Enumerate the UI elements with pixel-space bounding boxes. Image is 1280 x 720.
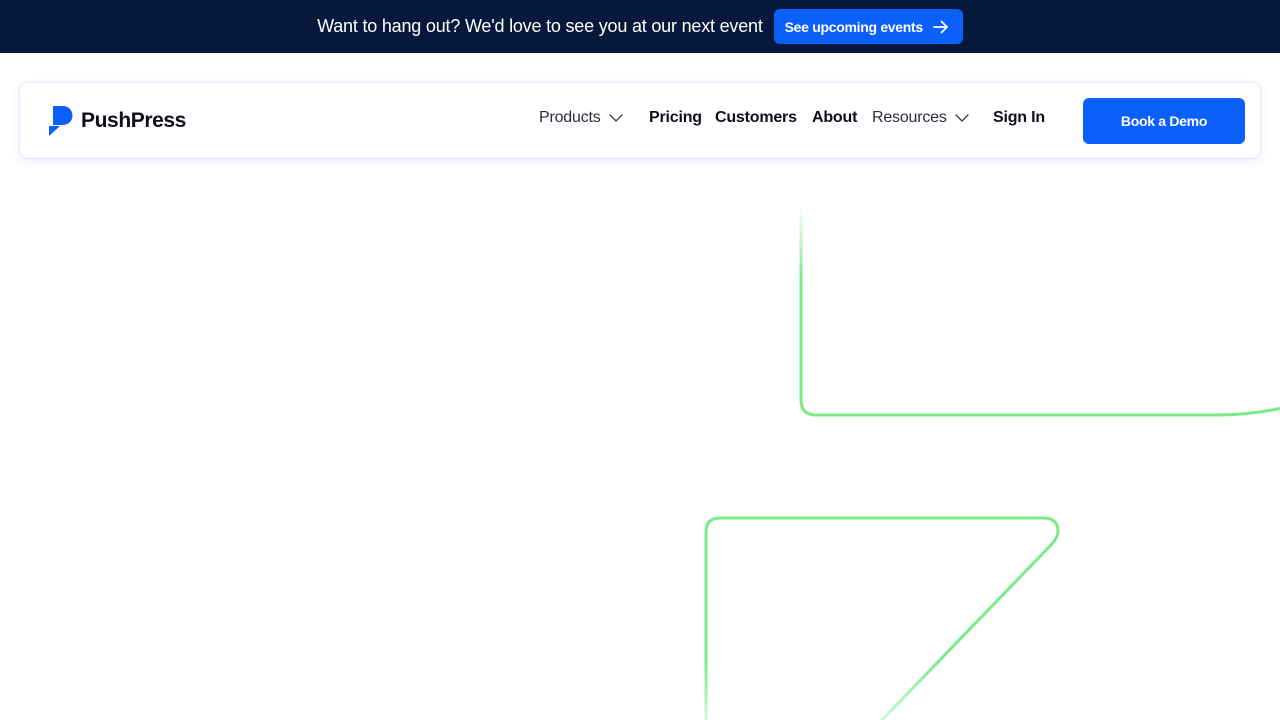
nav-item-label: About [812,109,858,126]
brand-name: PushPress [81,108,186,132]
decor-outline-upper [799,203,1280,417]
chevron-down-icon [608,114,623,122]
pushpress-p-logo-icon [49,105,74,136]
nav-item-about[interactable]: About [812,109,857,127]
nav-item-label: Pricing [649,109,702,126]
see-upcoming-events-button[interactable]: See upcoming events [773,9,963,44]
nav-item-sign-in[interactable]: Sign In [993,109,1045,127]
nav-item-customers[interactable]: Customers [715,109,797,127]
nav-item-products[interactable]: Products [539,109,623,127]
nav-item-pricing[interactable]: Pricing [649,109,702,127]
book-a-demo-button[interactable]: Book a Demo [1083,98,1245,144]
decor-outline-lower [704,516,1060,720]
see-upcoming-events-label: See upcoming events [784,18,924,35]
nav-item-label: Customers [715,109,797,126]
nav-item-label: Products [539,109,601,126]
nav-item-resources[interactable]: Resources [872,109,969,127]
main-navbar: PushPress Products Pricing Customers Abo… [20,83,1260,158]
arrow-right-icon [932,20,949,34]
nav-item-label: Sign In [993,109,1045,126]
chevron-down-icon [955,114,969,122]
announcement-text: Want to hang out? We'd love to see you a… [317,16,763,36]
nav-item-label: Resources [872,109,947,126]
brand-logo-link[interactable]: PushPress [49,105,186,136]
announcement-bar: Want to hang out? We'd love to see you a… [0,0,1280,53]
